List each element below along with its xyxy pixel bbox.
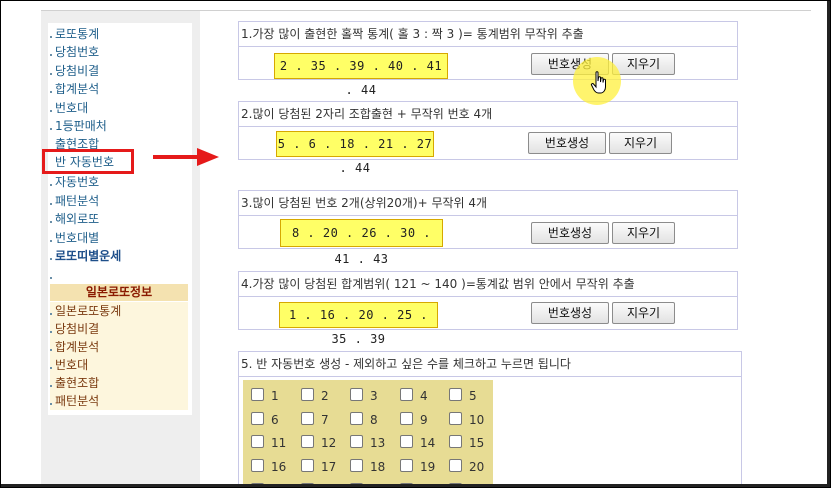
checkbox-icon[interactable]	[350, 459, 363, 472]
generator-section-3: 3.많이 당첨된 번호 2개(상위20개)+ 무작위 4개 8 . 20 . 2…	[238, 190, 738, 266]
sidebar-item-by-number-range[interactable]: 번호대별	[49, 230, 99, 246]
sidebar-item-lotto-stats[interactable]: 로또통계	[49, 26, 99, 42]
checkbox-icon[interactable]	[301, 388, 314, 401]
checkbox-icon[interactable]	[449, 388, 462, 401]
section-4-generate-button[interactable]: 번호생성	[531, 302, 609, 324]
japan-item-sum[interactable]: 합계분석	[49, 339, 99, 355]
number-checkbox-9[interactable]: 9	[400, 412, 428, 427]
section-1-title: 1.가장 많이 출현한 홀짝 통계( 홀 3 : 짝 3 )= 통계범위 무작위…	[239, 22, 737, 47]
number-checkbox-19[interactable]: 19	[400, 459, 435, 474]
section-2-title: 2.많이 당첨된 2자리 조합출현 + 무작위 번호 4개	[239, 102, 737, 127]
number-checkbox-20[interactable]: 20	[449, 459, 484, 474]
checkbox-icon[interactable]	[449, 459, 462, 472]
screenshot-frame: 로또통계 당첨번호 당첨비결 합계분석 번호대 1등판매처 출현조합 반 자동번…	[0, 0, 831, 488]
sidebar-item-pattern-analysis[interactable]: 패턴분석	[49, 193, 99, 209]
checkbox-icon[interactable]	[251, 388, 264, 401]
hand-cursor-icon	[590, 71, 606, 94]
section-4-clear-button[interactable]: 지우기	[612, 302, 675, 324]
generator-section-2: 2.많이 당첨된 2자리 조합출현 + 무작위 번호 4개 5 . 6 . 18…	[238, 101, 738, 175]
sidebar-menu: 로또통계 당첨번호 당첨비결 합계분석 번호대 1등판매처 출현조합 반 자동번…	[48, 23, 192, 415]
number-checkbox-18[interactable]: 18	[350, 459, 385, 474]
checkbox-icon[interactable]	[301, 435, 314, 448]
section-3-generate-button[interactable]: 번호생성	[531, 222, 609, 244]
section-1-numbers: 2 . 35 . 39 . 40 . 41 . 44	[274, 53, 448, 97]
number-checkbox-17[interactable]: 17	[301, 459, 336, 474]
number-checkbox-10[interactable]: 10	[449, 412, 484, 427]
japan-item-secret[interactable]: 당첨비결	[49, 321, 99, 337]
japan-item-stats[interactable]: 일본로또통계	[49, 303, 121, 319]
number-checkbox-15[interactable]: 15	[449, 435, 484, 450]
checkbox-icon[interactable]	[400, 459, 413, 472]
section-2-numbers: 5 . 6 . 18 . 21 . 27 . 44	[276, 131, 434, 175]
number-checkbox-8[interactable]: 8	[350, 412, 378, 427]
sidebar-item-number-range[interactable]: 번호대	[49, 100, 88, 116]
generator-section-1: 1.가장 많이 출현한 홀짝 통계( 홀 3 : 짝 3 )= 통계범위 무작위…	[238, 21, 738, 97]
section-4-title: 4.가장 많이 당첨된 합계범위( 121 ~ 140 )=통계값 범위 안에서…	[239, 272, 737, 297]
number-checkbox-11[interactable]: 11	[251, 435, 286, 450]
checkbox-icon[interactable]	[400, 388, 413, 401]
red-arrow-icon	[153, 148, 219, 166]
number-checkbox-7[interactable]: 7	[301, 412, 329, 427]
number-checkbox-1[interactable]: 1	[251, 388, 279, 403]
checkbox-icon[interactable]	[449, 412, 462, 425]
sidebar-item-auto-numbers[interactable]: 자동번호	[49, 174, 99, 190]
checkbox-icon[interactable]	[301, 412, 314, 425]
sidebar-item-first-prize-shops[interactable]: 1등판매처	[50, 118, 107, 134]
section-3-numbers: 8 . 20 . 26 . 30 . 41 . 43	[280, 219, 443, 266]
number-checkbox-5[interactable]: 5	[449, 388, 477, 403]
number-checkbox-6[interactable]: 6	[251, 412, 279, 427]
section-3-title: 3.많이 당첨된 번호 2개(상위20개)+ 무작위 4개	[239, 191, 737, 216]
checkbox-grid: 1 2 3 4 5 6 7 8 9 10 11 12 13 14 15 16 1…	[243, 380, 493, 487]
sidebar-item-overseas-lotto[interactable]: 해외로또	[49, 211, 99, 227]
checkbox-icon[interactable]	[350, 412, 363, 425]
checkbox-icon[interactable]	[350, 435, 363, 448]
number-checkbox-14[interactable]: 14	[400, 435, 435, 450]
sidebar-item-zodiac-fortune[interactable]: 로또띠별운세	[49, 248, 121, 264]
checkbox-icon[interactable]	[251, 459, 264, 472]
section-5-title: 5. 반 자동번호 생성 - 제외하고 싶은 수를 체크하고 누르면 됩니다	[239, 352, 741, 377]
number-checkbox-13[interactable]: 13	[350, 435, 385, 450]
sidebar-item-winning-numbers[interactable]: 당첨번호	[49, 44, 99, 60]
frame-shadow-bottom	[1, 484, 830, 487]
number-checkbox-16[interactable]: 16	[251, 459, 286, 474]
frame-shadow-right	[827, 1, 830, 487]
sidebar-item-winning-secret[interactable]: 당첨비결	[49, 63, 99, 79]
checkbox-icon[interactable]	[350, 388, 363, 401]
number-checkbox-4[interactable]: 4	[400, 388, 428, 403]
section-2-generate-button[interactable]: 번호생성	[528, 132, 606, 154]
highlight-annotation-box	[42, 149, 134, 174]
number-checkbox-2[interactable]: 2	[301, 388, 329, 403]
section-1-clear-button[interactable]: 지우기	[612, 53, 675, 75]
number-checkbox-3[interactable]: 3	[350, 388, 378, 403]
section-4-numbers: 1 . 16 . 20 . 25 . 35 . 39	[279, 302, 438, 346]
checkbox-icon[interactable]	[301, 459, 314, 472]
japan-item-range[interactable]: 번호대	[49, 357, 88, 373]
japan-lotto-header: 일본로또정보	[50, 284, 188, 301]
checkbox-icon[interactable]	[400, 412, 413, 425]
section-3-clear-button[interactable]: 지우기	[612, 222, 675, 244]
checkbox-icon[interactable]	[449, 435, 462, 448]
checkbox-icon[interactable]	[251, 435, 264, 448]
japan-item-pattern[interactable]: 패턴분석	[49, 393, 99, 409]
checkbox-icon[interactable]	[400, 435, 413, 448]
generator-section-4: 4.가장 많이 당첨된 합계범위( 121 ~ 140 )=통계값 범위 안에서…	[238, 271, 738, 346]
section-2-clear-button[interactable]: 지우기	[609, 132, 672, 154]
checkbox-icon[interactable]	[251, 412, 264, 425]
japan-item-combination[interactable]: 출현조합	[49, 375, 99, 391]
sidebar-item-sum-analysis[interactable]: 합계분석	[49, 81, 99, 97]
number-checkbox-12[interactable]: 12	[301, 435, 336, 450]
